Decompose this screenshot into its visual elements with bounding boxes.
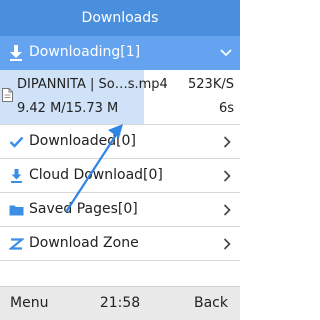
downloading-label: Downloading[1] xyxy=(29,44,141,60)
check-icon xyxy=(9,136,24,148)
chevron-down-icon xyxy=(220,49,232,57)
download-arrow-icon xyxy=(10,45,22,61)
chevron-right-icon xyxy=(223,136,231,148)
menu-item-saved-pages[interactable]: Saved Pages[0] xyxy=(0,192,240,226)
downloading-section-header[interactable]: Downloading[1] xyxy=(0,36,240,70)
download-item[interactable]: DIPANNITA | So…s.mp4 523K/S 9.42 M/15.73… xyxy=(0,70,240,124)
file-icon xyxy=(2,88,13,102)
menu-item-label: Saved Pages[0] xyxy=(29,201,138,217)
title-bar: Downloads xyxy=(0,0,240,36)
z-icon xyxy=(9,238,24,250)
download-file-name: DIPANNITA | So…s.mp4 xyxy=(17,77,167,92)
cloud-download-icon xyxy=(11,169,22,183)
menu-item-label: Downloaded[0] xyxy=(29,133,136,149)
download-size: 9.42 M/15.73 M xyxy=(17,101,119,116)
menu-item-downloaded[interactable]: Downloaded[0] xyxy=(0,124,240,158)
chevron-right-icon xyxy=(223,170,231,182)
download-speed: 523K/S xyxy=(188,77,234,92)
back-softkey[interactable]: Back xyxy=(194,295,228,311)
list-divider xyxy=(0,260,240,261)
chevron-right-icon xyxy=(223,204,231,216)
download-time-remaining: 6s xyxy=(218,101,234,116)
page-title: Downloads xyxy=(81,10,159,26)
menu-item-label: Cloud Download[0] xyxy=(29,167,163,183)
downloads-screen: Downloads Downloading[1] DIPANNITA | So…… xyxy=(0,0,240,320)
folder-icon xyxy=(9,205,24,216)
chevron-right-icon xyxy=(223,238,231,250)
softkey-bar: Menu 21:58 Back xyxy=(0,286,240,320)
menu-item-cloud-download[interactable]: Cloud Download[0] xyxy=(0,158,240,192)
menu-item-label: Download Zone xyxy=(29,235,139,251)
menu-item-download-zone[interactable]: Download Zone xyxy=(0,226,240,260)
